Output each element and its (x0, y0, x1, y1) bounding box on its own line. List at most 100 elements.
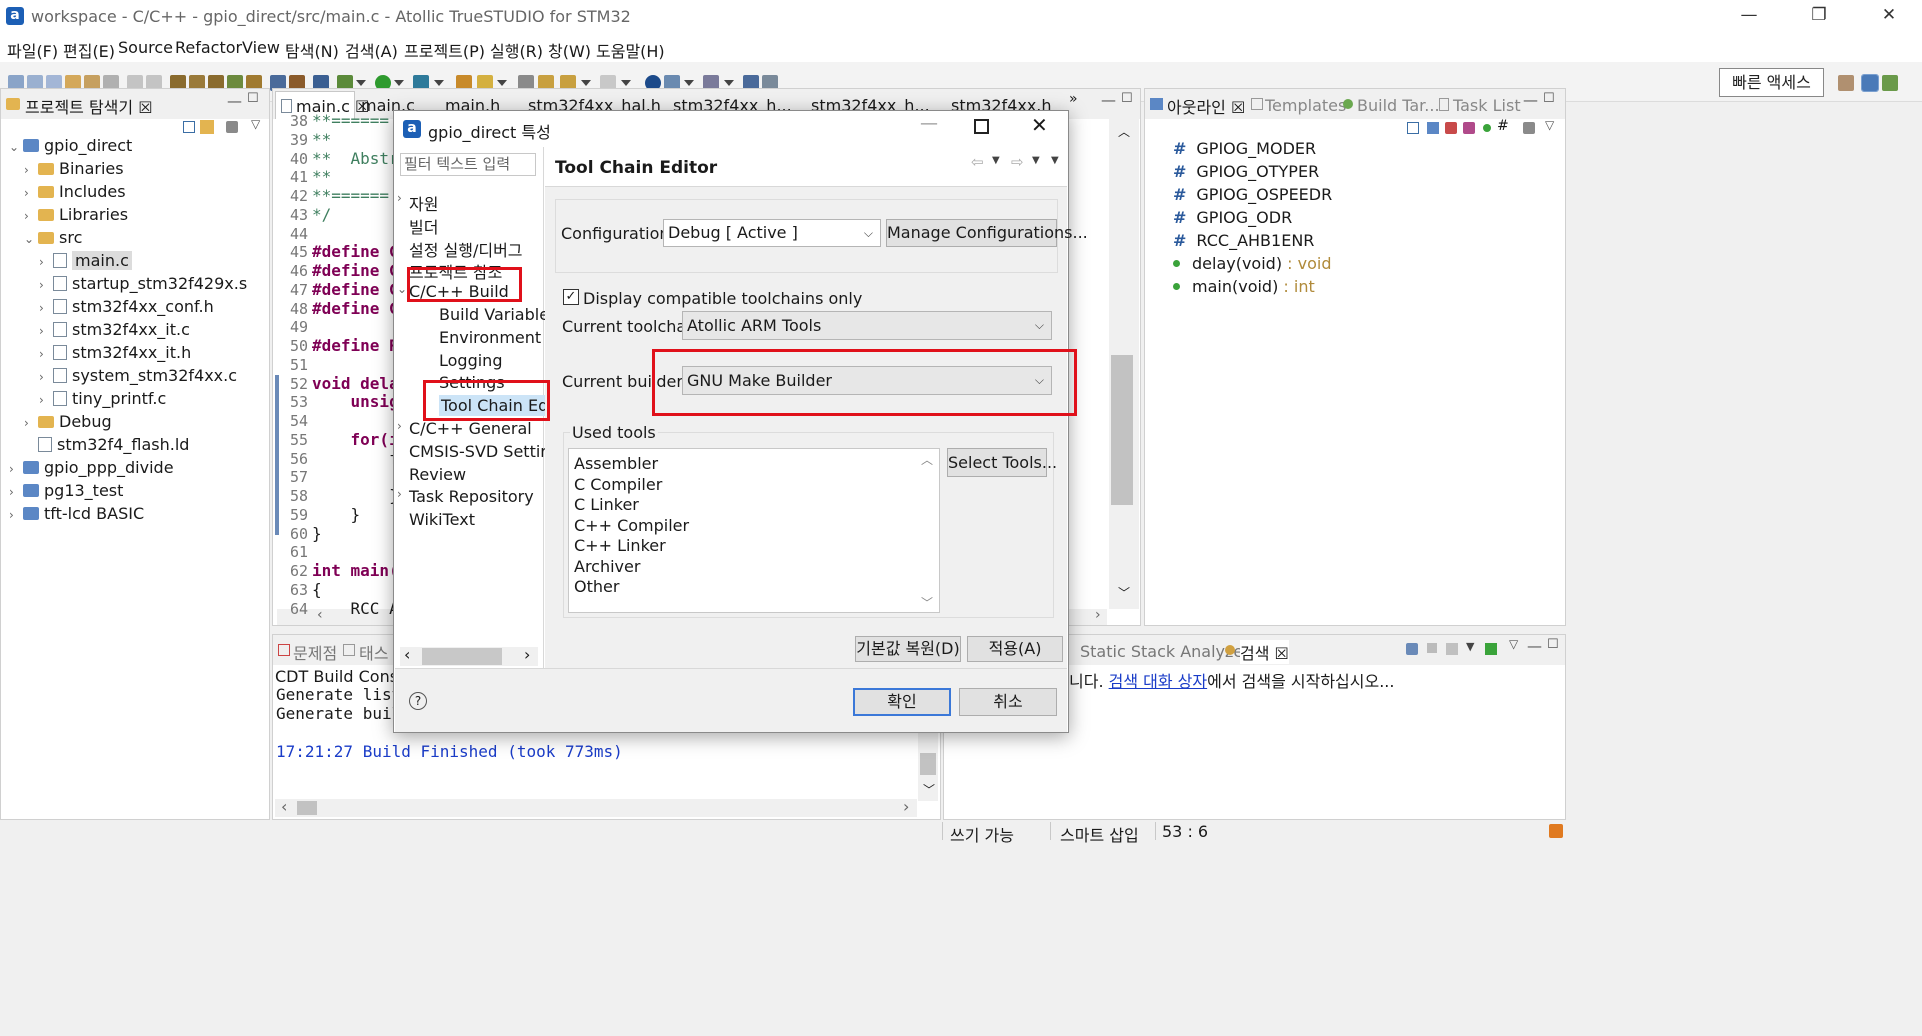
page-back-dropdown-icon[interactable]: ▼ (992, 155, 1000, 166)
memory-dropdown-icon[interactable] (684, 80, 694, 86)
nav-item[interactable]: 빌더 (405, 214, 438, 238)
outline-maximize-icon[interactable]: ☐ (1543, 91, 1555, 106)
restore-defaults-button[interactable]: 기본값 복원(D) (855, 636, 961, 662)
chevron-right-icon[interactable]: › (39, 347, 53, 361)
tab-project-explorer[interactable]: 프로젝트 탐색기 ☒ (25, 94, 153, 118)
tree-item[interactable]: stm32f4_flash.ld (24, 435, 189, 457)
tools-scroll-down-icon[interactable]: ﹀ (921, 594, 933, 611)
scroll-thumb[interactable] (1111, 355, 1133, 505)
tab-task-list[interactable]: Task List (1453, 96, 1521, 115)
nav-scroll-right-icon[interactable]: › (524, 645, 530, 664)
run-dropdown-icon[interactable] (394, 80, 404, 86)
code-line[interactable]: } (312, 486, 399, 505)
tree-item[interactable]: › main.c (39, 251, 132, 273)
tree-item[interactable]: › Debug (24, 412, 112, 434)
editor-minimize-icon[interactable]: — (1101, 91, 1116, 109)
filter-icon[interactable] (226, 121, 238, 133)
chevron-right-icon[interactable]: › (39, 370, 53, 384)
menu-file[interactable]: 파일(F) (7, 38, 58, 62)
menu-source[interactable]: Source (118, 38, 173, 57)
sort-icon[interactable] (1427, 122, 1439, 134)
outline-item[interactable]: # GPIOG_MODER (1173, 139, 1316, 158)
code-line[interactable]: RCC A (312, 599, 399, 618)
chevron-right-icon[interactable]: › (24, 209, 38, 223)
tools-scroll-up-icon[interactable]: ︿ (921, 451, 933, 468)
nav-item[interactable]: Logging (435, 351, 502, 370)
tree-item[interactable]: ⌄ src (24, 228, 82, 250)
chevron-right-icon[interactable]: › (39, 393, 53, 407)
chevron-right-icon[interactable]: › (39, 301, 53, 315)
chevron-down-icon[interactable]: ⌄ (397, 282, 407, 296)
outline-minimize-icon[interactable]: — (1523, 91, 1538, 109)
chevron-right-icon[interactable]: › (9, 462, 23, 476)
search-stop-icon[interactable] (1427, 643, 1437, 653)
search-maximize-icon[interactable]: ☐ (1547, 637, 1559, 652)
filter-input[interactable]: 필터 텍스트 입력 (400, 153, 536, 176)
code-line[interactable]: { (312, 580, 322, 599)
scroll-right-icon[interactable]: › (1095, 607, 1101, 623)
nav-item[interactable]: › 자원 (397, 191, 438, 215)
nav-item[interactable]: Environment (435, 328, 541, 347)
close-window-button[interactable]: ✕ (1866, 0, 1912, 30)
scroll-down-icon[interactable]: ﹀ (1118, 584, 1130, 601)
outline-filter-icon[interactable] (1523, 122, 1535, 134)
maximize-view-icon[interactable]: ☐ (247, 91, 259, 106)
display-compatible-checkbox[interactable]: ✓ (563, 289, 579, 305)
hide-fields-icon[interactable] (1445, 122, 1457, 134)
tree-item[interactable]: › stm32f4xx_conf.h (39, 297, 214, 319)
menu-window[interactable]: 창(W) (548, 38, 591, 62)
nav-item[interactable]: Build Variables (435, 305, 557, 324)
chevron-right-icon[interactable]: › (39, 278, 53, 292)
chevron-right-icon[interactable]: › (397, 419, 402, 433)
tab-tasks[interactable]: 태스 (359, 640, 388, 664)
code-line[interactable]: f (312, 449, 399, 468)
code-line[interactable]: #define R (312, 336, 399, 355)
hide-static-icon[interactable] (1463, 122, 1475, 134)
menu-view[interactable]: View (242, 38, 280, 57)
help-icon[interactable]: ? (409, 692, 427, 710)
outline-item[interactable]: delay(void) : void (1173, 254, 1331, 273)
used-tool-item[interactable]: Assembler (574, 454, 658, 473)
tree-item[interactable]: › pg13_test (9, 481, 123, 503)
outline-item[interactable]: # GPIOG_OTYPER (1173, 162, 1319, 181)
minimize-view-icon[interactable]: — (227, 92, 242, 110)
outline-item[interactable]: # RCC_AHB1ENR (1173, 231, 1314, 250)
tree-item[interactable]: › tiny_printf.c (39, 389, 166, 411)
console-hscroll-thumb[interactable] (297, 801, 317, 815)
used-tools-list[interactable]: Assembler C Compiler C Linker C++ Compiler C… (568, 448, 940, 613)
search-history-dropdown-icon[interactable]: ▼ (1466, 640, 1474, 653)
chevron-right-icon[interactable]: › (397, 191, 402, 205)
back-dropdown-icon[interactable] (581, 80, 591, 86)
notification-icon[interactable] (1549, 824, 1563, 838)
outline-collapse-icon[interactable] (1407, 122, 1419, 134)
menu-help[interactable]: 도움말(H) (596, 38, 665, 62)
menu-navigate[interactable]: 탐색(N) (285, 38, 339, 62)
code-line[interactable]: unsig (312, 392, 399, 411)
used-tool-item[interactable]: C++ Linker (574, 536, 666, 555)
tree-item[interactable]: › gpio_ppp_divide (9, 458, 174, 480)
code-line[interactable]: **====== (312, 186, 389, 205)
debug-perspective-icon[interactable] (1882, 75, 1898, 91)
code-line[interactable]: #define G (312, 280, 399, 299)
hide-macros-icon[interactable]: # (1497, 118, 1509, 134)
chevron-down-icon[interactable]: ⌄ (24, 232, 38, 246)
tree-item[interactable]: › Binaries (24, 159, 124, 181)
tab-templates[interactable]: Templates (1265, 96, 1346, 115)
current-toolchain-select[interactable]: Atollic ARM Tools ⌵ (682, 311, 1052, 340)
chevron-right-icon[interactable]: › (39, 324, 53, 338)
nav-item[interactable]: CMSIS-SVD Settir (405, 442, 547, 461)
tab-problems[interactable]: 문제점 (293, 640, 337, 664)
registers-dropdown-icon[interactable] (724, 80, 734, 86)
cpp-perspective-icon[interactable] (1861, 74, 1879, 92)
nav-item[interactable]: › Task Repository (397, 487, 534, 506)
used-tool-item[interactable]: Other (574, 577, 619, 596)
external-tools-dropdown-icon[interactable] (434, 80, 444, 86)
outline-item[interactable]: # GPIOG_OSPEEDR (1173, 185, 1332, 204)
menu-project[interactable]: 프로젝트(P) (404, 38, 485, 62)
menu-run[interactable]: 실행(R) (490, 38, 543, 62)
tab-search[interactable]: 검색 ☒ (1240, 640, 1289, 664)
chevron-right-icon[interactable]: › (24, 186, 38, 200)
used-tool-item[interactable]: C Compiler (574, 475, 662, 494)
chevron-right-icon[interactable]: › (9, 508, 23, 522)
tree-item[interactable]: › Includes (24, 182, 126, 204)
